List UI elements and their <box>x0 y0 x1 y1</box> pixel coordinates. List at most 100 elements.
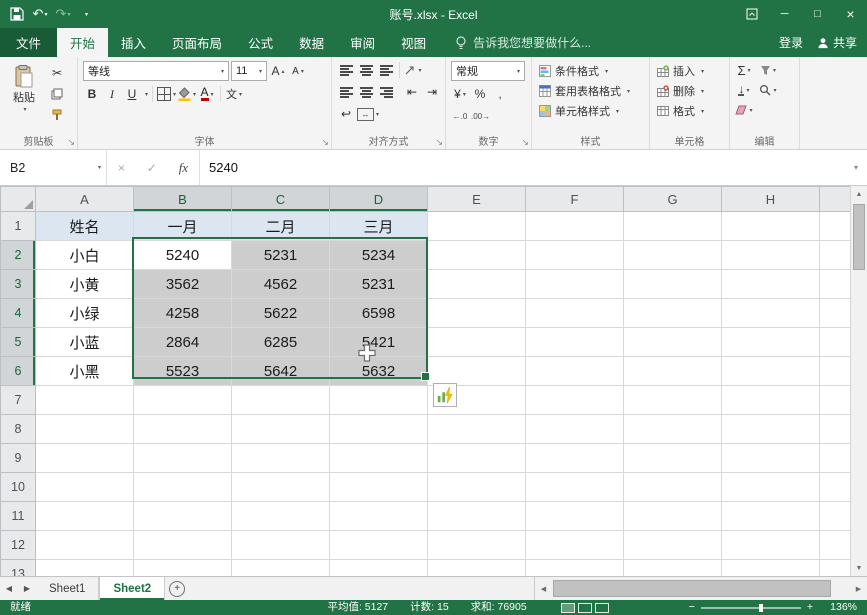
cell-G12[interactable] <box>624 531 722 560</box>
cell-F5[interactable] <box>526 328 624 357</box>
cell-I6[interactable] <box>820 357 851 386</box>
scroll-left-arrow-icon[interactable]: ◀ <box>535 577 552 600</box>
cell-A2[interactable]: 小白 <box>36 241 134 270</box>
cell-I2[interactable] <box>820 241 851 270</box>
cell-B10[interactable] <box>134 473 232 502</box>
close-button[interactable]: × <box>834 0 867 28</box>
cell-A1[interactable]: 姓名 <box>36 212 134 241</box>
minimize-button[interactable]: ─ <box>768 0 801 28</box>
cell-H2[interactable] <box>722 241 820 270</box>
format-cells-button[interactable]: 格式▾ <box>655 101 725 121</box>
cell-F11[interactable] <box>526 502 624 531</box>
select-all-button[interactable] <box>1 187 36 212</box>
scroll-up-arrow-icon[interactable]: ▲ <box>851 186 867 202</box>
vertical-scroll-thumb[interactable] <box>853 204 865 270</box>
zoom-out-button[interactable]: − <box>689 600 695 615</box>
number-format-select[interactable]: 常规▾ <box>451 61 525 81</box>
row-header-9[interactable]: 9 <box>1 444 36 473</box>
cell-A11[interactable] <box>36 502 134 531</box>
align-left-button[interactable] <box>337 83 355 101</box>
cell-F13[interactable] <box>526 560 624 577</box>
alignment-dialog-launcher[interactable]: ↘ <box>435 138 443 147</box>
increase-indent-button[interactable]: ⇥ <box>423 83 441 101</box>
cell-D10[interactable] <box>330 473 428 502</box>
cell-F10[interactable] <box>526 473 624 502</box>
paste-dropdown-icon[interactable]: ▾ <box>23 106 26 113</box>
column-header-A[interactable]: A <box>36 187 134 212</box>
cell-G5[interactable] <box>624 328 722 357</box>
ribbon-tab-数据[interactable]: 数据 <box>286 28 337 57</box>
new-sheet-button[interactable]: + <box>165 577 189 600</box>
sheet-nav-left-icon[interactable]: ◀ <box>0 577 18 600</box>
wrap-text-button[interactable]: ↩ <box>337 105 355 123</box>
horizontal-scroll-thumb[interactable] <box>553 580 831 597</box>
conditional-formatting-button[interactable]: 条件格式▾ <box>537 61 645 81</box>
font-name-select[interactable]: 等线▾ <box>83 61 229 81</box>
cell-E12[interactable] <box>428 531 526 560</box>
column-header-F[interactable]: F <box>526 187 624 212</box>
cell-A7[interactable] <box>36 386 134 415</box>
cell-A13[interactable] <box>36 560 134 577</box>
cell-I13[interactable] <box>820 560 851 577</box>
cell-H8[interactable] <box>722 415 820 444</box>
format-as-table-button[interactable]: 套用表格格式▾ <box>537 81 645 101</box>
cell-I3[interactable] <box>820 270 851 299</box>
cell-I10[interactable] <box>820 473 851 502</box>
format-painter-button[interactable] <box>48 106 66 124</box>
cell-E1[interactable] <box>428 212 526 241</box>
undo-dropdown-icon[interactable]: ▾ <box>44 11 47 18</box>
scroll-down-arrow-icon[interactable]: ▼ <box>851 560 867 576</box>
cell-D12[interactable] <box>330 531 428 560</box>
cell-A9[interactable] <box>36 444 134 473</box>
decrease-indent-button[interactable]: ⇤ <box>403 83 421 101</box>
cell-H1[interactable] <box>722 212 820 241</box>
increase-decimal-button[interactable]: ←.0 <box>451 107 469 125</box>
cell-C4[interactable]: 5622 <box>232 299 330 328</box>
cell-H3[interactable] <box>722 270 820 299</box>
row-header-8[interactable]: 8 <box>1 415 36 444</box>
sheet-nav-right-icon[interactable]: ▶ <box>18 577 36 600</box>
cell-D5[interactable]: 5421 <box>330 328 428 357</box>
cell-D4[interactable]: 6598 <box>330 299 428 328</box>
row-header-10[interactable]: 10 <box>1 473 36 502</box>
cell-G9[interactable] <box>624 444 722 473</box>
cell-G13[interactable] <box>624 560 722 577</box>
cell-E11[interactable] <box>428 502 526 531</box>
cell-C1[interactable]: 二月 <box>232 212 330 241</box>
name-box-dropdown-icon[interactable]: ▾ <box>98 164 101 171</box>
cell-A5[interactable]: 小蓝 <box>36 328 134 357</box>
cell-H5[interactable] <box>722 328 820 357</box>
cell-G2[interactable] <box>624 241 722 270</box>
column-header-C[interactable]: C <box>232 187 330 212</box>
cell-A4[interactable]: 小绿 <box>36 299 134 328</box>
top-align-button[interactable] <box>337 61 355 79</box>
cancel-button[interactable]: × <box>118 161 125 175</box>
cell-C12[interactable] <box>232 531 330 560</box>
align-right-button[interactable] <box>377 83 395 101</box>
cell-C8[interactable] <box>232 415 330 444</box>
cell-C13[interactable] <box>232 560 330 577</box>
cell-D9[interactable] <box>330 444 428 473</box>
cell-C3[interactable]: 4562 <box>232 270 330 299</box>
cell-E6[interactable] <box>428 357 526 386</box>
borders-button[interactable]: ▾ <box>157 85 176 103</box>
ribbon-tab-插入[interactable]: 插入 <box>108 28 159 57</box>
percent-style-button[interactable]: % <box>471 85 489 103</box>
cell-styles-button[interactable]: 单元格样式▾ <box>537 101 645 121</box>
cell-H9[interactable] <box>722 444 820 473</box>
cell-B13[interactable] <box>134 560 232 577</box>
cell-B8[interactable] <box>134 415 232 444</box>
maximize-button[interactable]: □ <box>801 0 834 28</box>
sheet-tab-Sheet1[interactable]: Sheet1 <box>36 577 99 600</box>
cut-button[interactable]: ✂ <box>48 64 66 82</box>
cell-A6[interactable]: 小黑 <box>36 357 134 386</box>
cell-B6[interactable]: 5523 <box>134 357 232 386</box>
column-header-E[interactable]: E <box>428 187 526 212</box>
zoom-slider[interactable] <box>701 607 801 609</box>
cell-I9[interactable] <box>820 444 851 473</box>
ribbon-tab-页面布局[interactable]: 页面布局 <box>159 28 235 57</box>
cell-G4[interactable] <box>624 299 722 328</box>
number-dialog-launcher[interactable]: ↘ <box>521 138 529 147</box>
cell-D3[interactable]: 5231 <box>330 270 428 299</box>
cell-E9[interactable] <box>428 444 526 473</box>
